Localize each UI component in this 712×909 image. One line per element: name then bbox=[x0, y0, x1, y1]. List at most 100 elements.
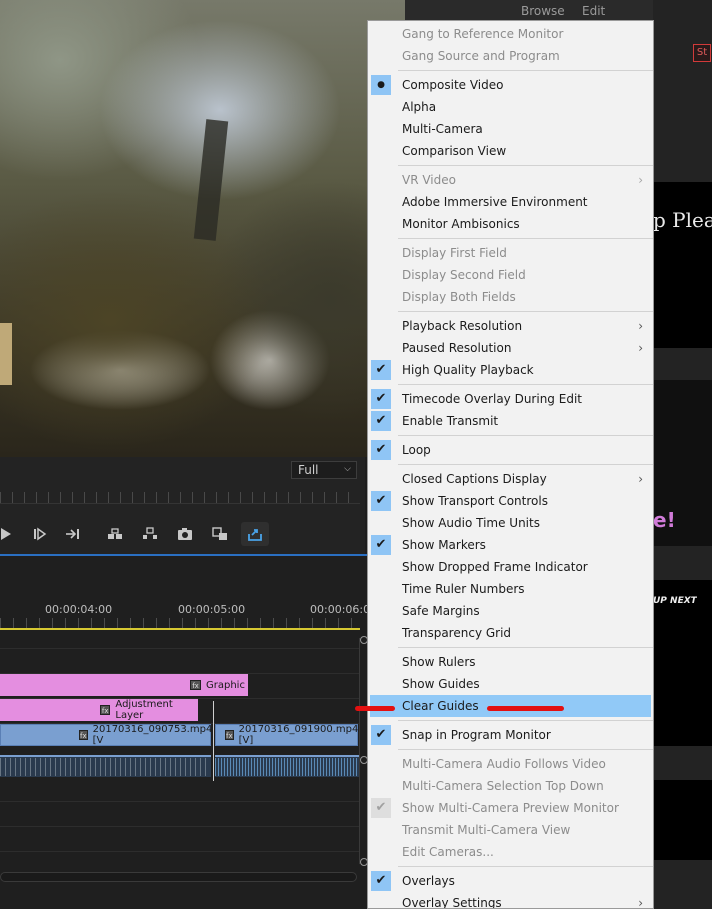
stock-badge[interactable]: St bbox=[693, 44, 711, 62]
menu-item-vr-video: VR Video › bbox=[368, 169, 653, 191]
menu-item-label: Paused Resolution bbox=[402, 341, 512, 355]
menu-item-monitor-ambisonics[interactable]: Monitor Ambisonics bbox=[368, 213, 653, 235]
menu-item-label: Gang Source and Program bbox=[402, 49, 560, 63]
menu-item-label: Show Rulers bbox=[402, 655, 476, 669]
menu-item-multi-camera[interactable]: Multi-Camera bbox=[368, 118, 653, 140]
timecode-label: 00:00:06:0 bbox=[310, 603, 371, 616]
menu-separator bbox=[398, 238, 653, 239]
menu-item-paused-resolution[interactable]: Paused Resolution › bbox=[368, 337, 653, 359]
preview-thumbnail-1[interactable] bbox=[653, 182, 712, 348]
menu-item-label: Comparison View bbox=[402, 144, 507, 158]
menu-item-label: High Quality Playback bbox=[402, 363, 534, 377]
menu-item-label: VR Video bbox=[402, 173, 456, 187]
play-icon[interactable] bbox=[0, 522, 18, 546]
menu-item-overlays[interactable]: ✔ Overlays bbox=[368, 870, 653, 892]
preview-thumbnail-4[interactable] bbox=[653, 780, 712, 860]
checkmark-icon: ✔ bbox=[371, 389, 391, 409]
menu-item-show-transport-controls[interactable]: ✔ Show Transport Controls bbox=[368, 490, 653, 512]
menu-item-label: Closed Captions Display bbox=[402, 472, 547, 486]
menu-item-transparency-grid[interactable]: Transparency Grid bbox=[368, 622, 653, 644]
tab-browse[interactable]: Browse bbox=[521, 4, 565, 18]
go-to-out-icon[interactable] bbox=[60, 522, 84, 546]
tab-edit[interactable]: Edit bbox=[582, 4, 605, 18]
horizontal-scrollbar[interactable] bbox=[0, 872, 357, 882]
menu-item-overlay-settings[interactable]: Overlay Settings › bbox=[368, 892, 653, 909]
menu-item-label: Safe Margins bbox=[402, 604, 480, 618]
menu-item-alpha[interactable]: Alpha bbox=[368, 96, 653, 118]
menu-separator bbox=[398, 435, 653, 436]
checkmark-icon: ✔ bbox=[371, 411, 391, 431]
menu-item-show-rulers[interactable]: Show Rulers bbox=[368, 651, 653, 673]
transport-controls bbox=[0, 522, 365, 546]
camera-icon[interactable] bbox=[173, 522, 197, 546]
monitor-time-ruler[interactable] bbox=[0, 492, 360, 504]
checkmark-icon: ✔ bbox=[371, 360, 391, 380]
extract-icon[interactable] bbox=[138, 522, 162, 546]
clip-graphic[interactable]: fx Graphic bbox=[0, 674, 248, 696]
menu-item-label: Gang to Reference Monitor bbox=[402, 27, 564, 41]
menu-item-high-quality-playback[interactable]: ✔ High Quality Playback bbox=[368, 359, 653, 381]
menu-item-timecode-overlay-during-edit[interactable]: ✔ Timecode Overlay During Edit bbox=[368, 388, 653, 410]
menu-item-gang-to-reference-monitor: Gang to Reference Monitor bbox=[368, 23, 653, 45]
compare-view-icon[interactable] bbox=[208, 522, 232, 546]
timecode-label: 00:00:05:00 bbox=[178, 603, 246, 616]
menu-item-label: Multi-Camera Selection Top Down bbox=[402, 779, 604, 793]
audio-waveform bbox=[215, 758, 360, 776]
work-area-bar[interactable] bbox=[0, 628, 360, 630]
step-forward-icon[interactable] bbox=[27, 522, 51, 546]
menu-item-label: Loop bbox=[402, 443, 431, 457]
menu-item-snap-in-program-monitor[interactable]: ✔ Snap in Program Monitor bbox=[368, 724, 653, 746]
menu-item-adobe-immersive-environment[interactable]: Adobe Immersive Environment bbox=[368, 191, 653, 213]
resolution-value: Full bbox=[298, 463, 319, 477]
menu-item-composite-video[interactable]: ● Composite Video bbox=[368, 74, 653, 96]
menu-item-label: Show Markers bbox=[402, 538, 486, 552]
menu-item-show-audio-time-units[interactable]: Show Audio Time Units bbox=[368, 512, 653, 534]
menu-item-show-guides[interactable]: Show Guides bbox=[368, 673, 653, 695]
menu-item-label: Composite Video bbox=[402, 78, 504, 92]
menu-item-enable-transmit[interactable]: ✔ Enable Transmit bbox=[368, 410, 653, 432]
chevron-right-icon: › bbox=[638, 173, 643, 187]
chevron-down-icon: ⌵ bbox=[344, 464, 351, 474]
menu-item-multi-camera-selection-top-down: Multi-Camera Selection Top Down bbox=[368, 775, 653, 797]
menu-item-label: Edit Cameras... bbox=[402, 845, 494, 859]
thumbnail-text-1: p Pleas bbox=[653, 208, 712, 232]
menu-separator bbox=[398, 749, 653, 750]
menu-item-label: Playback Resolution bbox=[402, 319, 523, 333]
menu-item-playback-resolution[interactable]: Playback Resolution › bbox=[368, 315, 653, 337]
menu-item-label: Multi-Camera bbox=[402, 122, 483, 136]
program-monitor-video[interactable] bbox=[0, 0, 405, 457]
timeline-panel[interactable]: 00:00:04:00 00:00:05:00 00:00:06:0 fx Gr… bbox=[0, 556, 371, 909]
menu-item-show-markers[interactable]: ✔ Show Markers bbox=[368, 534, 653, 556]
menu-item-label: Overlay Settings bbox=[402, 896, 502, 909]
menu-separator bbox=[398, 165, 653, 166]
menu-item-closed-captions-display[interactable]: Closed Captions Display › bbox=[368, 468, 653, 490]
checkmark-icon: ✔ bbox=[371, 440, 391, 460]
menu-item-label: Transmit Multi-Camera View bbox=[402, 823, 571, 837]
menu-item-show-dropped-frame-indicator[interactable]: Show Dropped Frame Indicator bbox=[368, 556, 653, 578]
chevron-right-icon: › bbox=[638, 341, 643, 355]
clip-adjustment-layer[interactable]: fx Adjustment Layer bbox=[0, 699, 198, 721]
menu-separator bbox=[398, 866, 653, 867]
menu-item-time-ruler-numbers[interactable]: Time Ruler Numbers bbox=[368, 578, 653, 600]
menu-item-label: Show Transport Controls bbox=[402, 494, 548, 508]
menu-item-safe-margins[interactable]: Safe Margins bbox=[368, 600, 653, 622]
clip-video-1[interactable]: fx 20170316_090753.mp4 [V bbox=[0, 724, 212, 746]
menu-separator bbox=[398, 464, 653, 465]
fx-icon: fx bbox=[100, 705, 111, 715]
menu-item-loop[interactable]: ✔ Loop bbox=[368, 439, 653, 461]
lift-icon[interactable] bbox=[103, 522, 127, 546]
clip-video-2[interactable]: fx 20170316_091900.mp4 [V] bbox=[215, 724, 358, 746]
menu-item-label: Display First Field bbox=[402, 246, 507, 260]
menu-item-label: Multi-Camera Audio Follows Video bbox=[402, 757, 606, 771]
vertical-scrollbar[interactable] bbox=[359, 638, 365, 864]
export-frame-icon[interactable] bbox=[241, 522, 269, 546]
timeline-ruler[interactable] bbox=[0, 618, 360, 628]
checkmark-icon: ✔ bbox=[371, 798, 391, 818]
menu-item-comparison-view[interactable]: Comparison View bbox=[368, 140, 653, 162]
thumbnail-text-3: UP NEXT bbox=[653, 596, 697, 606]
menu-item-label: Timecode Overlay During Edit bbox=[402, 392, 582, 406]
menu-item-edit-cameras: Edit Cameras... bbox=[368, 841, 653, 863]
menu-item-label: Transparency Grid bbox=[402, 626, 512, 640]
resolution-dropdown[interactable]: Full ⌵ bbox=[291, 461, 357, 479]
menu-item-show-multi-camera-preview-monitor: ✔ Show Multi-Camera Preview Monitor bbox=[368, 797, 653, 819]
